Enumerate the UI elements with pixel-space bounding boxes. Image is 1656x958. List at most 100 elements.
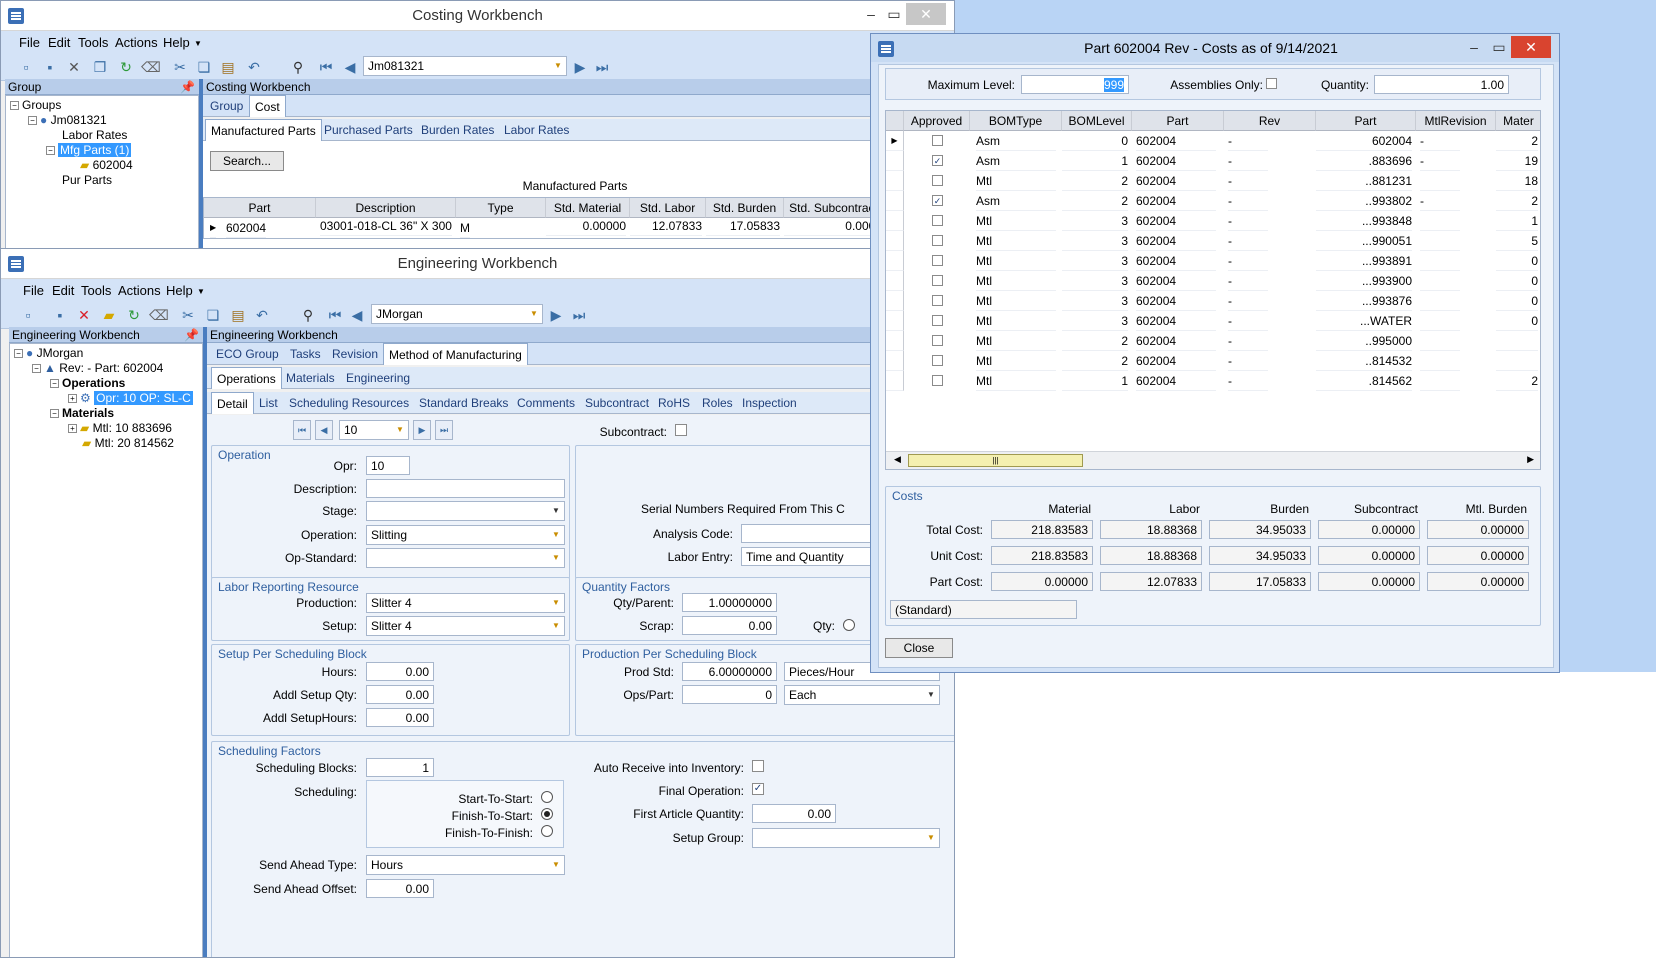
tab-materials[interactable]: Materials [281,367,340,389]
table-cell[interactable]: 12.07833 [630,216,702,236]
table-cell[interactable]: - [1228,151,1268,171]
row-selector[interactable] [886,371,904,391]
collapse-icon[interactable]: − [32,364,41,374]
table-cell[interactable]: - [1228,171,1268,191]
pin-icon[interactable]: 📌 [180,79,195,95]
table-cell[interactable]: Mtl [976,311,1056,331]
tree-node-part[interactable]: ▰ 602004 [80,158,133,172]
new-icon[interactable]: ▫ [19,306,37,324]
close-window-button[interactable]: ✕ [1511,36,1551,58]
chevron-down-icon[interactable]: ▼ [923,686,939,704]
table-cell[interactable]: - [1228,351,1268,371]
cost-value-field[interactable]: 0.00000 [1427,546,1529,565]
cost-value-field[interactable]: 0.00000 [1318,572,1420,591]
table-cell[interactable]: Mtl [976,251,1056,271]
cost-value-field[interactable]: 0.00000 [1427,520,1529,539]
row-selector[interactable] [886,331,904,351]
clear-icon[interactable]: ⌫ [141,58,161,76]
cost-value-field[interactable]: 34.95033 [1209,520,1311,539]
cost-value-field[interactable]: 0.00000 [991,572,1093,591]
cost-value-field[interactable]: 0.00000 [1427,572,1529,591]
table-cell[interactable]: - [1420,191,1460,211]
engineering-user-combo[interactable]: JMorgan ▼ [371,304,543,324]
send-ahead-type-combo[interactable]: Hours ▼ [366,855,565,875]
table-cell[interactable]: 3 [1062,291,1128,311]
finish-to-start-radio[interactable] [541,808,553,820]
last-record-icon[interactable]: ⏭ [593,58,611,76]
max-level-field[interactable]: 999 [1021,75,1129,94]
chevron-down-icon[interactable]: ▼ [550,57,566,75]
copy-icon[interactable]: ❏ [204,306,222,324]
approved-checkbox[interactable] [932,275,943,286]
analysis-code-field[interactable] [741,524,876,543]
expand-icon[interactable]: + [68,424,77,434]
table-cell[interactable] [1420,211,1460,231]
table-cell[interactable]: - [1228,251,1268,271]
table-cell[interactable] [1420,371,1460,391]
hours-field[interactable]: 0.00 [366,662,434,681]
table-cell[interactable]: 0 [1496,311,1538,331]
table-cell[interactable]: 602004 [1136,191,1216,211]
tab-roles[interactable]: Roles [697,392,738,414]
table-cell[interactable]: Mtl [976,231,1056,251]
menu-edit[interactable]: Edit [48,35,70,50]
table-cell[interactable]: Mtl [976,171,1056,191]
table-cell[interactable]: 602004 [1136,271,1216,291]
save-icon[interactable]: ▪ [41,58,59,76]
row-selector[interactable] [886,231,904,251]
table-cell[interactable]: 1 [1062,371,1128,391]
table-cell[interactable]: - [1228,291,1268,311]
row-selector[interactable] [886,271,904,291]
cut-icon[interactable]: ✂ [179,306,197,324]
table-cell[interactable]: 1 [1496,211,1538,231]
table-cell[interactable]: 3 [1062,271,1128,291]
prev-record-icon[interactable]: ◀ [315,420,333,440]
table-cell[interactable]: 2 [1496,131,1538,151]
tree-node-operation-10[interactable]: + ⚙ Opr: 10 OP: SL-C [68,391,193,405]
tree-node-labor-rates[interactable]: Labor Rates [62,128,127,142]
table-cell[interactable]: ...993848 [1316,211,1412,231]
col-header-part[interactable]: Part [1132,111,1224,131]
tab-list[interactable]: List [254,392,283,414]
table-cell[interactable]: M [460,218,470,238]
first-record-icon[interactable]: ⏮ [293,420,311,440]
menu-help[interactable]: Help [166,283,193,298]
table-cell[interactable]: - [1228,231,1268,251]
approved-checkbox[interactable]: ✓ [932,155,943,166]
delete-icon[interactable]: ✕ [65,58,83,76]
tab-scheduling-resources[interactable]: Scheduling Resources [284,392,414,414]
description-field[interactable] [366,479,565,498]
tab-eco-group[interactable]: ECO Group [211,343,284,365]
table-cell[interactable]: 0 [1496,291,1538,311]
row-selector[interactable] [886,311,904,331]
prod-std-field[interactable]: 6.00000000 [682,662,777,681]
menu-edit[interactable]: Edit [52,283,74,298]
collapse-icon[interactable]: − [14,349,23,359]
col-header-material[interactable]: Mater [1496,111,1540,131]
undo-icon[interactable]: ↶ [245,58,263,76]
col-header[interactable]: Part [204,198,316,218]
cost-value-field[interactable]: 0.00000 [1318,520,1420,539]
tab-burden-rates[interactable]: Burden Rates [416,119,499,141]
operation-combo[interactable]: Slitting ▼ [366,525,565,545]
search-button[interactable]: Search... [210,151,284,171]
chevron-down-icon[interactable]: ▼ [526,305,542,323]
table-cell[interactable]: 2 [1062,171,1128,191]
table-cell[interactable]: - [1420,131,1460,151]
scroll-right-icon[interactable]: ▶ [1527,454,1534,465]
table-cell[interactable]: 602004 [1136,151,1216,171]
table-cell[interactable]: 03001-018-CL 36" X 300 [320,216,452,236]
cost-value-field[interactable]: 18.88368 [1100,520,1202,539]
collapse-icon[interactable]: − [28,116,37,126]
approved-checkbox[interactable] [932,335,943,346]
row-selector[interactable] [886,171,904,191]
menu-overflow-icon[interactable]: ▼ [194,39,202,48]
table-cell[interactable]: ...WATER [1316,311,1412,331]
close-button[interactable]: ✕ [906,3,946,25]
table-cell[interactable]: ...993891 [1316,251,1412,271]
tree-node-groups[interactable]: − Groups [10,98,61,112]
row-selector[interactable] [886,251,904,271]
table-cell[interactable]: Mtl [976,331,1056,351]
tab-detail[interactable]: Detail [211,392,254,414]
scheduling-blocks-field[interactable]: 1 [366,758,434,777]
